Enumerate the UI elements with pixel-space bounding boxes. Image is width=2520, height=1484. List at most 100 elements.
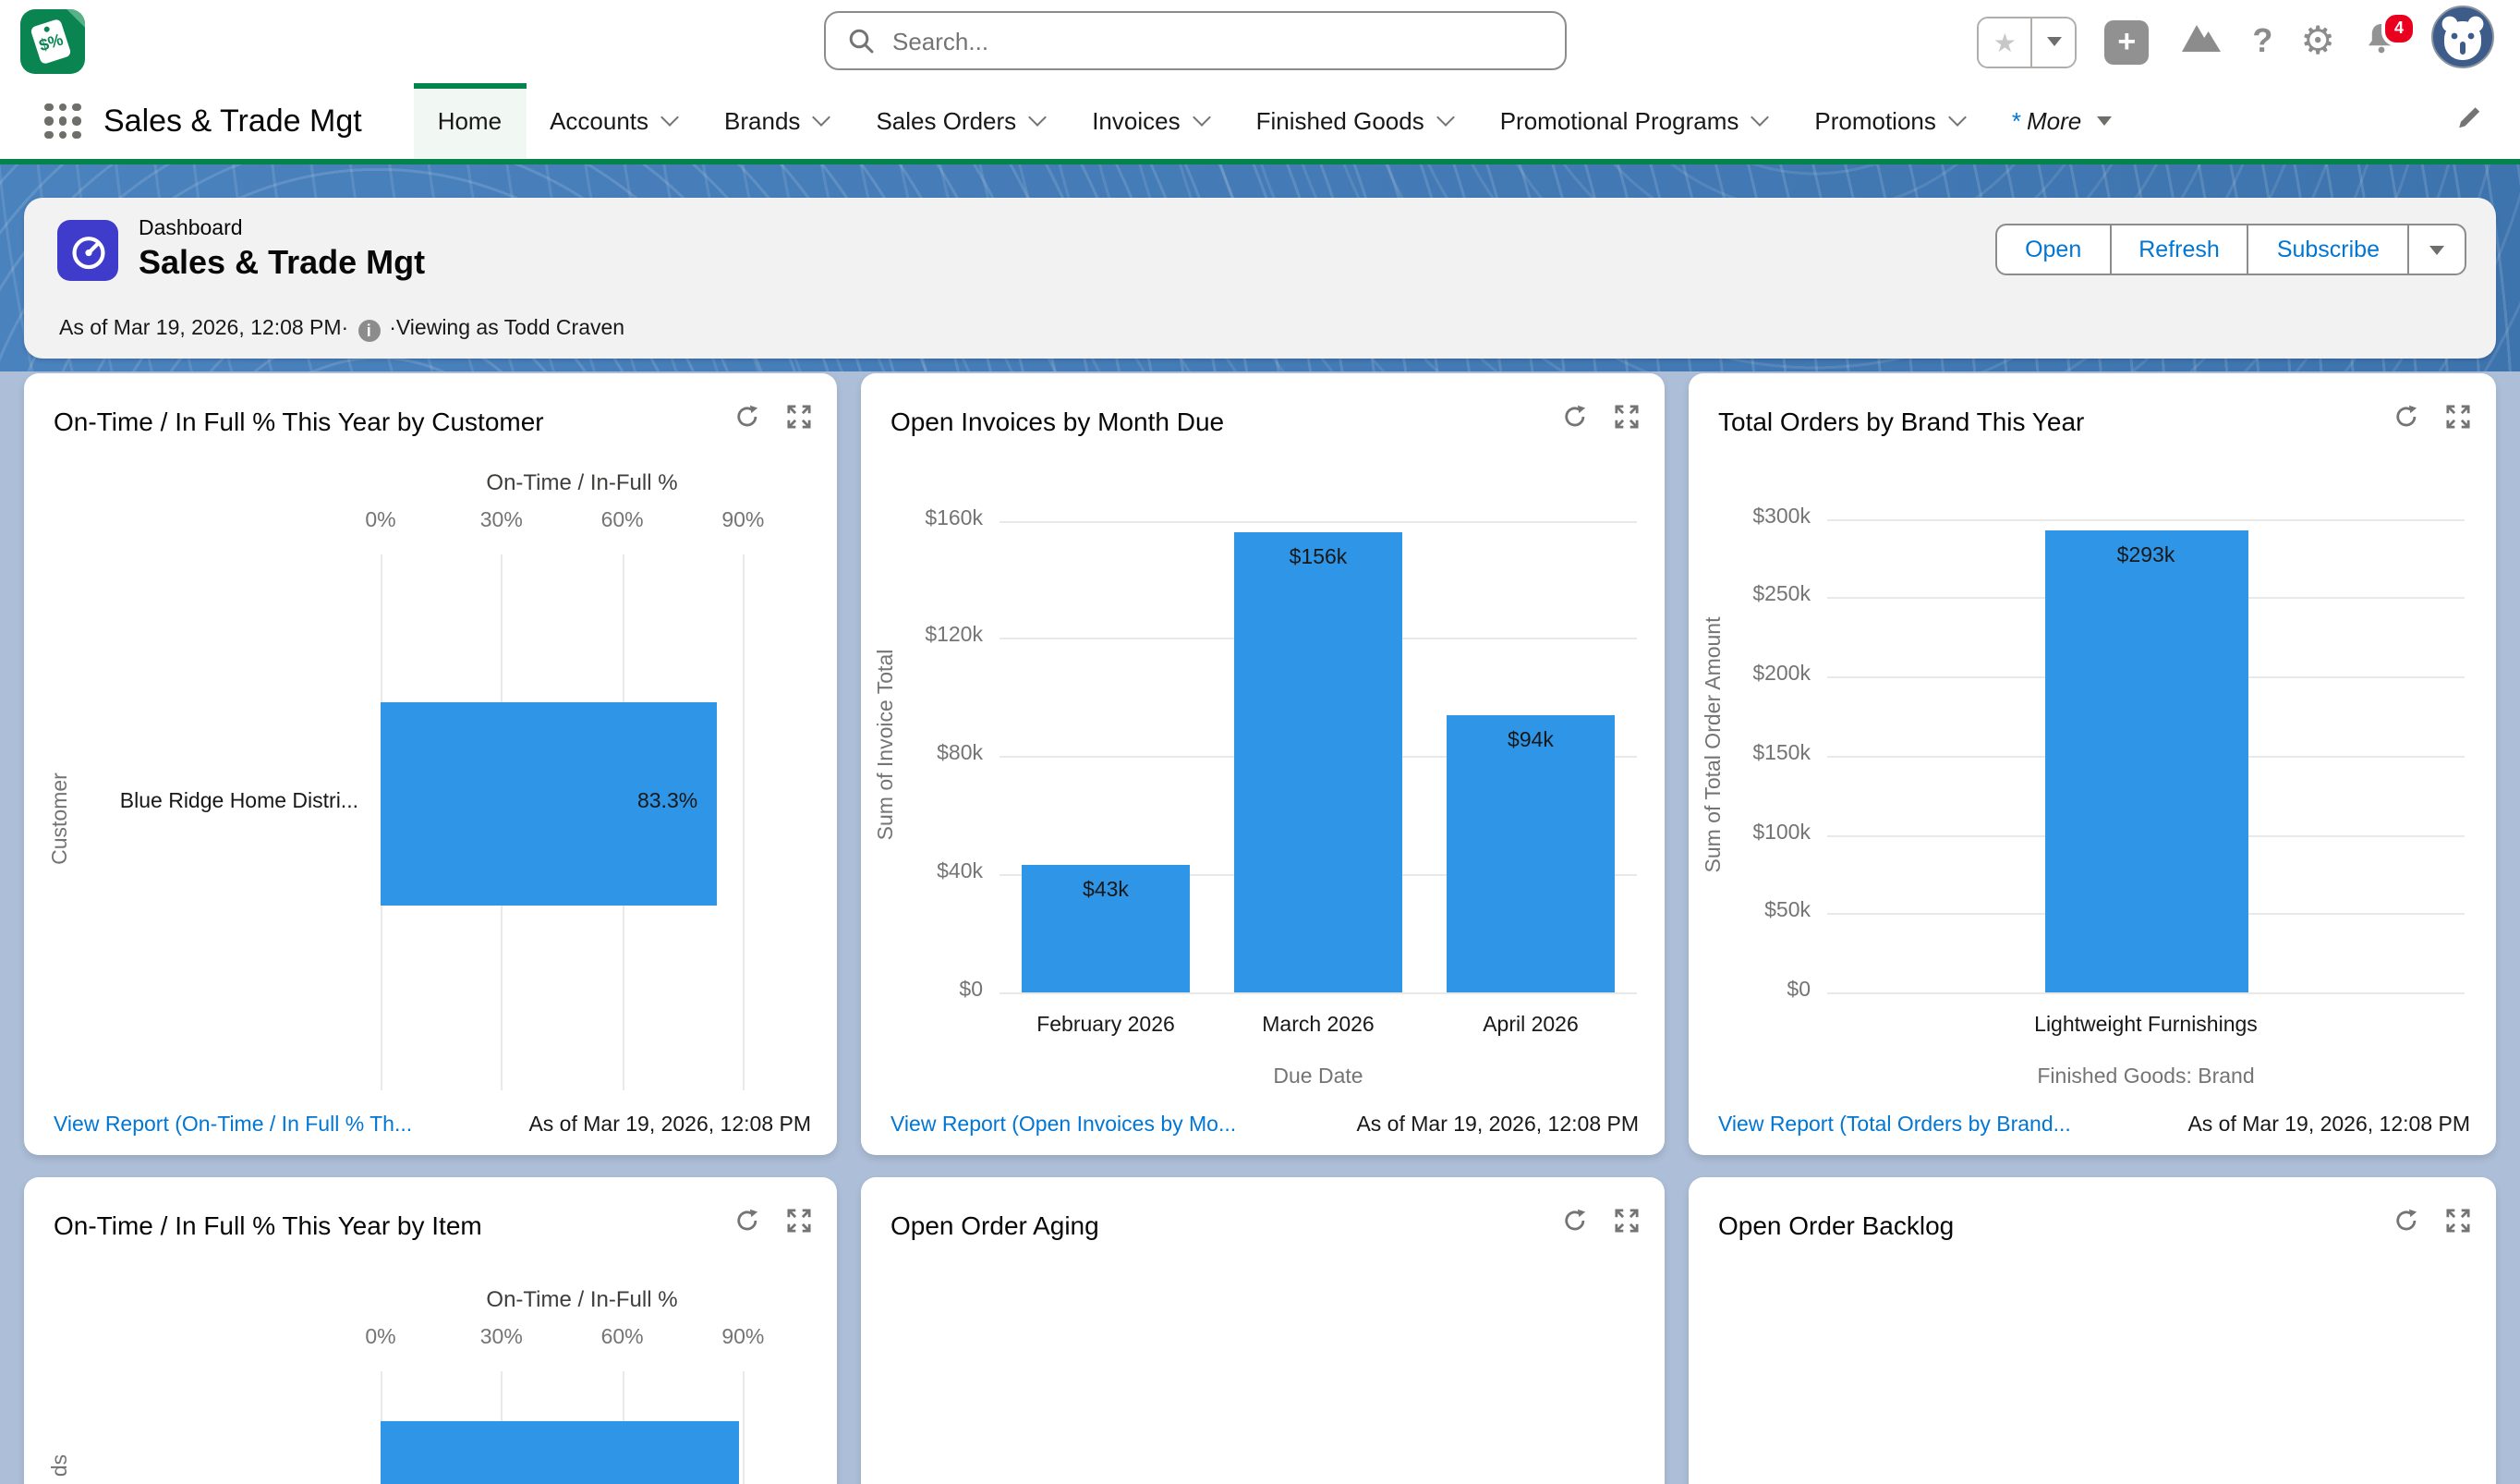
category-label: Lightweight Furnishings: [1827, 1015, 2465, 1037]
subscribe-button[interactable]: Subscribe: [2247, 224, 2407, 275]
card-title: Open Invoices by Month Due: [890, 407, 1224, 436]
card-as-of: As of Mar 19, 2026, 12:08 PM: [2187, 1114, 2470, 1137]
card-title: On-Time / In Full % This Year by Custome…: [54, 407, 544, 436]
card-open-order-aging: Open Order Aging: [861, 1177, 1665, 1484]
refresh-icon[interactable]: [1563, 405, 1587, 438]
chevron-down-icon: [813, 108, 831, 127]
notification-bell-icon[interactable]: 4: [2363, 19, 2404, 64]
tab-brands[interactable]: Brands: [700, 83, 852, 159]
bar[interactable]: [1447, 715, 1615, 992]
tab-promotional-programs[interactable]: Promotional Programs: [1476, 83, 1791, 159]
app-launcher-icon[interactable]: [44, 103, 81, 140]
refresh-icon[interactable]: [2394, 1209, 2418, 1242]
favorites-star-icon[interactable]: ★: [1979, 18, 2030, 66]
tab-finished-goods[interactable]: Finished Goods: [1232, 83, 1476, 159]
gridline: [1827, 992, 2465, 994]
y-axis-tick-label: $0: [861, 979, 983, 1002]
setup-gear-icon[interactable]: ⚙: [2300, 22, 2335, 61]
x-axis-tick-label: 30%: [461, 1327, 542, 1349]
card-title: Open Order Aging: [890, 1210, 1099, 1240]
help-icon[interactable]: ?: [2252, 22, 2272, 61]
card-total-orders-by-brand: $300k$250k$200k$150k$100k$50k$0$293kLigh…: [1689, 373, 2496, 1155]
y-axis-title: Sum of Total Order Amount: [1703, 559, 1726, 929]
add-icon[interactable]: +: [2104, 19, 2149, 64]
favorites-dropdown-icon[interactable]: [2030, 18, 2075, 66]
search-icon: [848, 28, 874, 54]
x-axis-tick-label: 90%: [702, 1327, 783, 1349]
card-title: On-Time / In Full % This Year by Item: [54, 1210, 482, 1240]
bar-value-label: 83.3%: [381, 791, 697, 813]
tab-more[interactable]: *More: [1988, 83, 2135, 159]
edit-pencil-icon[interactable]: [2455, 103, 2483, 140]
record-type-label: Dashboard: [139, 218, 243, 240]
expand-icon[interactable]: [2446, 1209, 2470, 1242]
y-axis-title: Customer: [50, 726, 72, 911]
refresh-icon[interactable]: [2394, 405, 2418, 438]
card-as-of: As of Mar 19, 2026, 12:08 PM: [528, 1114, 811, 1137]
card-title: Open Order Backlog: [1718, 1210, 1954, 1240]
tab-invoices[interactable]: Invoices: [1068, 83, 1231, 159]
avatar[interactable]: [2431, 6, 2494, 78]
open-button[interactable]: Open: [1995, 224, 2109, 275]
tab-promotions[interactable]: Promotions: [1790, 83, 1988, 159]
trailhead-icon[interactable]: [2176, 18, 2224, 65]
expand-icon[interactable]: [787, 1209, 811, 1242]
category-label: March 2026: [1212, 1015, 1424, 1037]
y-axis-tick-label: $300k: [1689, 505, 1811, 528]
x-axis-title: Due Date: [1000, 1066, 1637, 1089]
viewing-as-text: ·Viewing as Todd Craven: [389, 318, 624, 340]
chevron-down-icon: [1028, 108, 1047, 127]
tab-home[interactable]: Home: [414, 83, 526, 159]
x-axis-title: Finished Goods: Brand: [1827, 1066, 2465, 1089]
view-report-link[interactable]: View Report (On-Time / In Full % Th...: [54, 1114, 412, 1137]
page-title: Sales & Trade Mgt: [139, 244, 425, 283]
view-report-link[interactable]: View Report (Open Invoices by Mo...: [890, 1114, 1236, 1137]
y-axis-title: ds: [50, 1373, 72, 1484]
as-of-text: As of Mar 19, 2026, 12:08 PM·: [59, 318, 348, 340]
x-axis-tick-label: 0%: [340, 1327, 421, 1349]
tab-sales-orders[interactable]: Sales Orders: [852, 83, 1068, 159]
bar-value-label: $94k: [1447, 730, 1615, 752]
bar-value-label: $156k: [1234, 547, 1402, 569]
chevron-down-icon: [1948, 108, 1967, 127]
view-report-link[interactable]: View Report (Total Orders by Brand...: [1718, 1114, 2071, 1137]
y-axis-tick-label: $160k: [861, 507, 983, 529]
nav-bar: Sales & Trade Mgt HomeAccountsBrandsSale…: [0, 83, 2520, 164]
category-label: April 2026: [1424, 1015, 1637, 1037]
expand-icon[interactable]: [2446, 405, 2470, 438]
bar[interactable]: [2044, 529, 2247, 992]
app-logo-icon[interactable]: $%: [20, 9, 85, 74]
dashboard-icon: [57, 220, 118, 281]
gridline: [743, 554, 745, 1090]
expand-icon[interactable]: [1615, 405, 1639, 438]
axis-title: On-Time / In-Full %: [381, 1286, 783, 1312]
logo-fold: [67, 9, 85, 28]
x-axis-tick-label: 0%: [340, 510, 421, 532]
refresh-icon[interactable]: [1563, 1209, 1587, 1242]
bar[interactable]: [1234, 532, 1402, 992]
info-icon[interactable]: i: [357, 320, 380, 342]
bar[interactable]: [381, 1421, 739, 1484]
chart-canvas: 0%30%60%90%On-Time / In-Full %83.3%Blue …: [24, 373, 837, 1155]
refresh-button[interactable]: Refresh: [2109, 224, 2247, 275]
refresh-icon[interactable]: [735, 1209, 759, 1242]
y-axis-tick-label: $0: [1689, 979, 1811, 1002]
gridline: [1000, 520, 1637, 522]
tab-accounts[interactable]: Accounts: [526, 83, 700, 159]
chevron-down-icon: [2096, 116, 2111, 126]
chart-canvas: $160k$120k$80k$40k$0$43kFebruary 2026$15…: [861, 373, 1665, 1155]
header-actions: Open Refresh Subscribe: [1995, 224, 2466, 275]
refresh-icon[interactable]: [735, 405, 759, 438]
bar-value-label: $43k: [1022, 881, 1190, 903]
card-open-invoices: $160k$120k$80k$40k$0$43kFebruary 2026$15…: [861, 373, 1665, 1155]
header-more-actions-button[interactable]: [2407, 224, 2466, 275]
x-axis-tick-label: 60%: [582, 1327, 663, 1349]
global-search[interactable]: [824, 11, 1567, 70]
search-input[interactable]: [889, 25, 1565, 56]
card-as-of: As of Mar 19, 2026, 12:08 PM: [1356, 1114, 1639, 1137]
chart-canvas: $300k$250k$200k$150k$100k$50k$0$293kLigh…: [1689, 373, 2496, 1155]
expand-icon[interactable]: [787, 405, 811, 438]
expand-icon[interactable]: [1615, 1209, 1639, 1242]
chevron-down-icon: [660, 108, 679, 127]
utility-icons: ★ + ? ⚙ 4: [1977, 0, 2494, 83]
